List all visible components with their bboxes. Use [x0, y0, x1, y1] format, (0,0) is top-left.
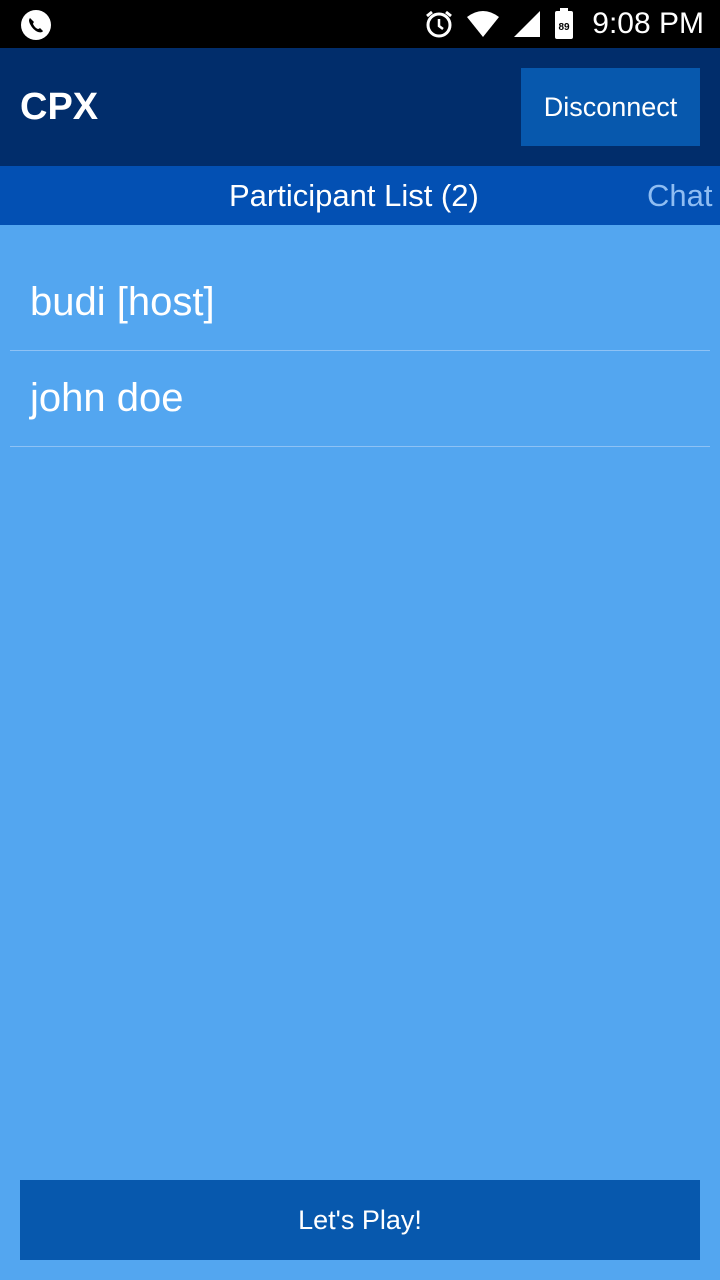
- participant-list: budi [host] john doe: [10, 255, 710, 447]
- list-item[interactable]: budi [host]: [10, 255, 710, 351]
- tab-participant-list[interactable]: Participant List (2): [229, 166, 479, 225]
- tab-bar: Participant List (2) Chat: [0, 166, 720, 225]
- app-bar: CPX Disconnect: [0, 48, 720, 166]
- wifi-icon: [466, 9, 500, 39]
- battery-icon: 89: [554, 8, 574, 40]
- list-item[interactable]: john doe: [10, 351, 710, 447]
- disconnect-button[interactable]: Disconnect: [521, 68, 700, 146]
- clock: 9:08 PM: [592, 7, 704, 40]
- status-bar: 89 9:08 PM: [0, 0, 720, 48]
- phone-call-icon: [20, 9, 52, 41]
- alarm-icon: [424, 9, 454, 39]
- battery-level: 89: [559, 22, 571, 33]
- signal-icon: [512, 9, 542, 39]
- app-title: CPX: [20, 86, 99, 128]
- lets-play-button[interactable]: Let's Play!: [20, 1180, 700, 1260]
- tab-chat[interactable]: Chat: [647, 166, 712, 225]
